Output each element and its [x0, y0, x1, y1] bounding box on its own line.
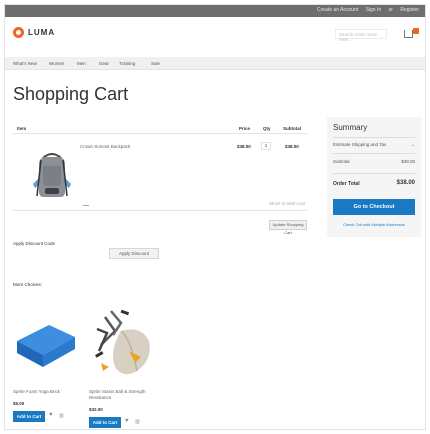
column-item: Item	[17, 126, 27, 131]
cart-count-badge[interactable]	[413, 28, 419, 34]
shipping-label: Estimate Shipping and Tax	[333, 142, 387, 147]
cart-item-qty-input[interactable]: 1	[261, 142, 271, 150]
create-account-link[interactable]: Create an Account	[317, 7, 358, 13]
shipping-estimate-toggle[interactable]: Estimate Shipping and Tax ⌄	[333, 142, 415, 147]
cart-item-actions: Move to Wish List	[13, 201, 307, 211]
summary-panel: Summary Estimate Shipping and Tax ⌄ Subt…	[327, 117, 421, 237]
luma-logo-icon	[13, 27, 24, 38]
nav-item-men[interactable]: Men	[77, 61, 86, 66]
nav-item-gear[interactable]: Gear	[99, 61, 109, 66]
add-to-cart-button[interactable]: Add to Cart	[89, 417, 121, 428]
chevron-down-icon: ⌄	[411, 142, 415, 147]
product-name[interactable]: Sprite Stasis Ball & Strength Resistance	[89, 389, 165, 401]
column-qty: Qty	[263, 126, 271, 131]
heart-icon[interactable]: ♥	[49, 412, 53, 418]
subtotal-value: $38.00	[401, 159, 415, 164]
subtotal-row: Subtotal $38.00	[333, 159, 415, 164]
top-bar: Create an Account Sign In or Register	[5, 5, 425, 17]
cart-item-price: $38.00	[237, 144, 251, 149]
column-subtotal: Subtotal	[283, 126, 301, 131]
logo-text: LUMA	[28, 28, 56, 37]
subtotal-label: Subtotal	[333, 159, 350, 164]
checkout-button[interactable]: Go to Checkout	[333, 199, 415, 215]
header: LUMA Search entire store here...	[5, 17, 425, 57]
nav-item-women[interactable]: Women	[49, 61, 64, 66]
nav-item-training[interactable]: Training	[119, 61, 135, 66]
register-link[interactable]: Register	[400, 7, 419, 13]
nav-item-sale[interactable]: Sale	[151, 61, 160, 66]
heart-icon[interactable]: ♥	[125, 418, 129, 424]
move-to-wishlist-link[interactable]: Move to Wish List	[269, 201, 305, 206]
product-price: $5.00	[13, 401, 25, 406]
order-total-value: $38.00	[396, 180, 415, 186]
edit-icon[interactable]	[83, 202, 89, 206]
yoga-brick-image[interactable]	[13, 311, 79, 367]
top-links: Create an Account Sign In or Register	[311, 7, 419, 13]
product-card-yoga-brick: Sprite Foam Yoga Brick $5.00 Add to Cart…	[13, 301, 83, 422]
order-total-row: Order Total $38.00	[333, 180, 415, 187]
page-title: Shopping Cart	[13, 84, 129, 104]
order-total-label: Order Total	[333, 181, 360, 187]
add-to-cart-button[interactable]: Add to Cart	[13, 411, 45, 422]
sign-in-link[interactable]: Sign In	[366, 7, 382, 13]
backpack-image[interactable]	[29, 148, 75, 200]
more-choices-heading: More Choices:	[13, 282, 43, 287]
divider	[333, 153, 415, 154]
summary-title: Summary	[333, 123, 368, 132]
search-input[interactable]: Search entire store here...	[335, 29, 387, 42]
cart-table-header: Item Price Qty Subtotal	[13, 124, 307, 134]
divider	[333, 137, 415, 138]
compare-icon[interactable]: ▥	[135, 419, 140, 425]
browser-page: Create an Account Sign In or Register LU…	[4, 4, 426, 430]
cart-icon[interactable]	[404, 30, 413, 38]
product-name[interactable]: Sprite Foam Yoga Brick	[13, 389, 77, 395]
multiple-addresses-link[interactable]: Check Out with Multiple Addresses	[333, 222, 415, 227]
update-cart-button[interactable]: Update Shopping Cart	[269, 220, 307, 235]
nav-item-whats-new[interactable]: What's New	[13, 61, 37, 66]
column-price: Price	[239, 126, 251, 131]
or-text: or	[388, 7, 393, 13]
logo[interactable]: LUMA	[13, 27, 55, 38]
resistance-band-image[interactable]	[91, 305, 159, 381]
cart-item-subtotal: $38.00	[285, 144, 299, 149]
apply-discount-button[interactable]: Apply Discount	[109, 248, 159, 259]
discount-toggle[interactable]: Apply Discount Code	[13, 241, 55, 246]
product-price: $32.00	[89, 407, 103, 412]
main-nav: What's New Women Men Gear Training Sale	[5, 57, 425, 70]
product-card-stasis-ball: Sprite Stasis Ball & Strength Resistance…	[89, 301, 169, 428]
compare-icon[interactable]: ▥	[59, 413, 64, 419]
divider	[333, 173, 415, 174]
cart-item-name[interactable]: Crown Summit Backpack	[80, 144, 130, 149]
